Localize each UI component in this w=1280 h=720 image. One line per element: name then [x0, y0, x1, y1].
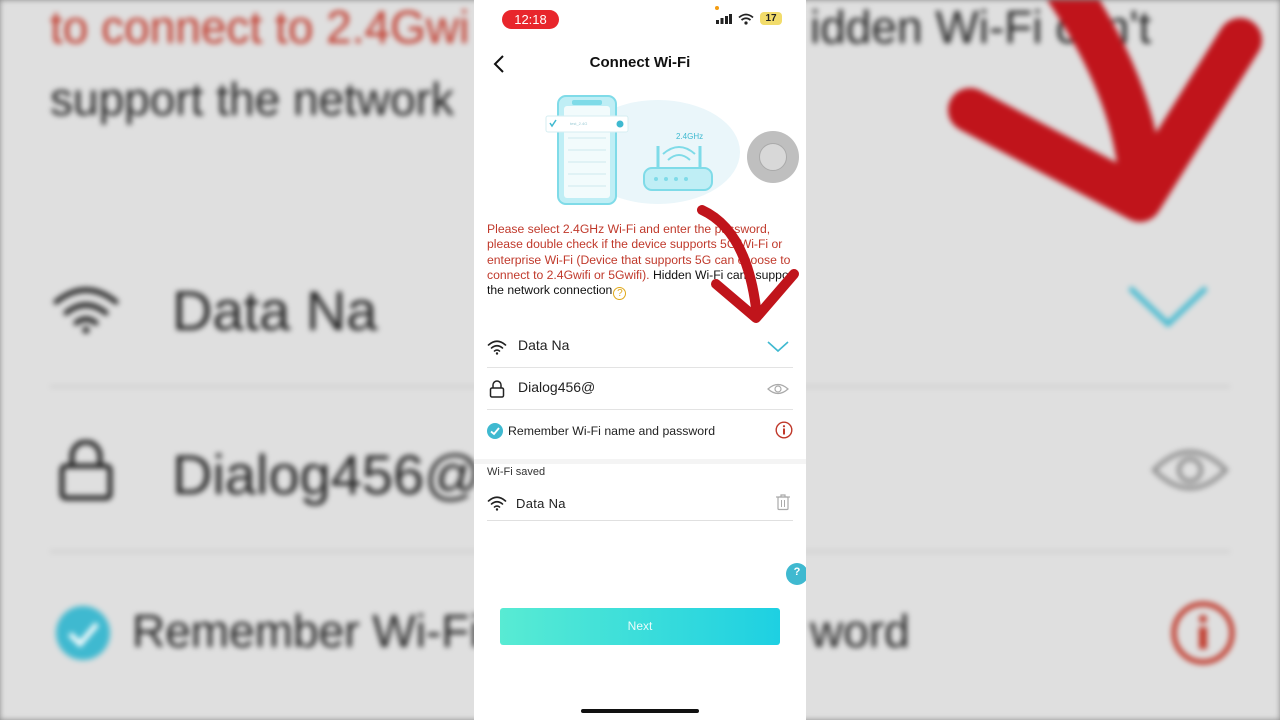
privacy-indicator — [715, 6, 719, 10]
wifi-status-icon — [738, 13, 754, 25]
wifi-name-value: Data Na — [518, 337, 570, 353]
bg-info-icon — [1171, 601, 1235, 665]
header: Connect Wi-Fi — [474, 48, 806, 80]
saved-wifi-name: Data Na — [516, 496, 566, 511]
wifi-icon — [487, 340, 507, 355]
remember-wifi-toggle[interactable]: Remember Wi-Fi name and password — [487, 420, 793, 444]
page-title: Connect Wi-Fi — [589, 54, 691, 71]
remember-label: Remember Wi-Fi name and password — [508, 424, 716, 438]
info-icon[interactable] — [775, 421, 793, 439]
illustration-wifi-item: test_2.4G — [570, 121, 588, 126]
illustration-frequency: 2.4GHz — [676, 132, 704, 141]
question-icon[interactable]: ? — [613, 287, 627, 301]
next-button[interactable]: Next — [500, 608, 780, 645]
saved-wifi-section — [474, 459, 806, 594]
bg-red-arrow-icon — [948, 0, 1262, 222]
wifi-select-field[interactable]: Data Na — [487, 325, 793, 368]
password-field[interactable]: Dialog456@ — [487, 367, 793, 410]
cellular-signal-icon — [716, 14, 732, 24]
phone-screen: 12:18 17 Connect Wi-Fi 2.4GHz test_2.4G … — [474, 0, 806, 720]
trash-icon[interactable] — [775, 493, 791, 511]
bg-chevron-down-icon — [1128, 286, 1208, 328]
wifi-icon — [487, 496, 507, 511]
bg-check-icon — [56, 606, 110, 660]
bg-lock-icon — [59, 440, 113, 501]
home-indicator[interactable] — [581, 709, 699, 713]
password-value: Dialog456@ — [518, 379, 596, 395]
bg-eye-icon — [1151, 450, 1229, 490]
eye-icon[interactable] — [767, 379, 789, 399]
floating-assistive-button[interactable] — [747, 131, 799, 183]
saved-wifi-label: Wi-Fi saved — [487, 466, 546, 478]
battery-icon: 17 — [760, 12, 782, 25]
bg-remember: Remember Wi-Fi — [132, 605, 480, 657]
chevron-down-icon[interactable] — [767, 337, 789, 357]
bg-wifi-icon — [53, 287, 119, 334]
bg-notice-red: to connect to 2.4Gwi — [50, 1, 470, 53]
status-time: 12:18 — [502, 10, 559, 29]
red-arrow-overlay-icon — [697, 205, 799, 323]
router-illustration-icon — [545, 95, 740, 205]
lock-icon — [489, 380, 505, 398]
help-chat-button[interactable] — [786, 563, 806, 585]
check-icon[interactable] — [487, 423, 503, 439]
saved-wifi-item[interactable]: Data Na — [487, 486, 793, 521]
bg-remember-tail: word — [810, 605, 910, 657]
bg-wifi-name: Data Na — [172, 279, 378, 342]
status-bar: 12:18 17 — [474, 0, 806, 40]
bg-password: Dialog456@ — [172, 443, 482, 506]
bg-notice-black: support the network — [50, 73, 455, 125]
